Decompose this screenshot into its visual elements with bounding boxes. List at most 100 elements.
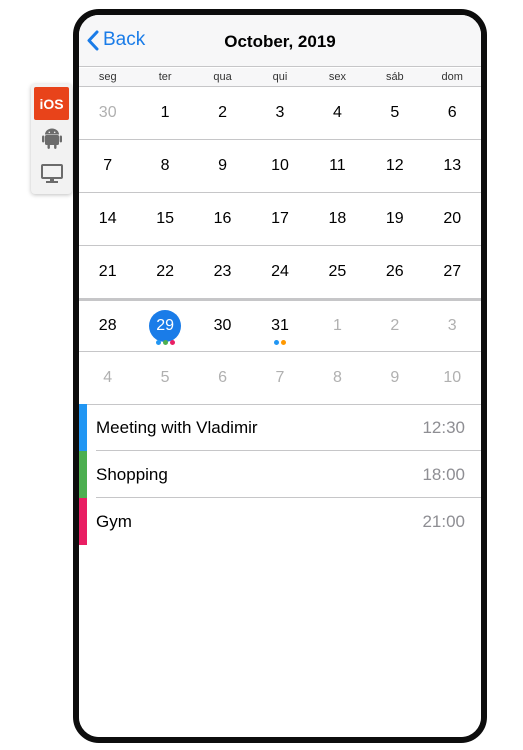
calendar-day[interactable]: 1: [136, 87, 193, 139]
day-number: 21: [98, 263, 117, 280]
calendar-day[interactable]: 11: [309, 140, 366, 192]
calendar-grid: 30 1 2 3 4 5 6 7 8 9 10 11 12 13 14 15 16 17 18 19 20 21 22 23 2…: [79, 87, 481, 405]
event-dot: [169, 340, 175, 345]
calendar-day[interactable]: 12: [366, 140, 423, 192]
calendar-day[interactable]: 27: [424, 246, 481, 298]
calendar-day[interactable]: 2: [194, 87, 251, 139]
calendar-week-row: 14 15 16 17 18 19 20: [79, 193, 481, 246]
event-item[interactable]: Shopping 18:00: [79, 451, 481, 498]
day-number: 1: [332, 317, 342, 334]
day-number: 19: [385, 210, 404, 227]
platform-switcher: iOS: [31, 84, 72, 194]
day-number: 23: [213, 263, 232, 280]
day-number: 13: [443, 157, 462, 174]
calendar-day[interactable]: 17: [251, 193, 308, 245]
calendar-day[interactable]: 5: [136, 352, 193, 404]
platform-ios-button[interactable]: iOS: [34, 87, 69, 120]
calendar-day[interactable]: 19: [366, 193, 423, 245]
event-time: 21:00: [422, 511, 465, 531]
calendar-day[interactable]: 31: [251, 301, 308, 351]
calendar-day[interactable]: 24: [251, 246, 308, 298]
event-dot: [155, 340, 161, 345]
calendar-day[interactable]: 21: [79, 246, 136, 298]
calendar-day[interactable]: 16: [194, 193, 251, 245]
event-item[interactable]: Meeting with Vladimir 12:30: [79, 404, 481, 451]
day-number: 6: [447, 104, 457, 121]
calendar-day[interactable]: 3: [251, 87, 308, 139]
calendar-day[interactable]: 9: [194, 140, 251, 192]
calendar-week-row: 21 22 23 24 25 26 27: [79, 246, 481, 299]
day-number: 8: [160, 157, 170, 174]
calendar-day[interactable]: 8: [309, 352, 366, 404]
calendar-day[interactable]: 6: [194, 352, 251, 404]
day-number: 10: [271, 157, 289, 174]
calendar-day[interactable]: 28: [79, 301, 136, 351]
calendar-day[interactable]: 4: [309, 87, 366, 139]
calendar-day-selected[interactable]: 29: [136, 301, 193, 351]
day-number: 17: [271, 210, 289, 227]
day-number: 4: [332, 104, 342, 121]
day-number: 27: [443, 263, 462, 280]
calendar-day[interactable]: 9: [366, 352, 423, 404]
day-number: 15: [156, 210, 175, 227]
calendar-day[interactable]: 7: [251, 352, 308, 404]
calendar-day[interactable]: 18: [309, 193, 366, 245]
day-number: 7: [103, 157, 113, 174]
event-title: Gym: [96, 511, 132, 531]
event-item[interactable]: Gym 21:00: [79, 498, 481, 545]
platform-desktop-button[interactable]: [34, 157, 69, 190]
day-number: 10: [443, 369, 462, 386]
event-time: 18:00: [422, 464, 465, 484]
event-dot: [280, 340, 286, 345]
day-number: 4: [103, 369, 113, 386]
event-dot: [273, 340, 279, 345]
weekday-label: seg: [98, 71, 117, 83]
day-number: 24: [271, 263, 289, 280]
day-number: 8: [332, 369, 342, 386]
calendar-day[interactable]: 22: [136, 246, 193, 298]
phone-screen: Back October, 2019 seg ter qua qui sex s…: [79, 15, 481, 737]
calendar-day[interactable]: 7: [79, 140, 136, 192]
calendar-week-row: 30 1 2 3 4 5 6: [79, 87, 481, 140]
day-number: 9: [218, 157, 227, 174]
day-number: 1: [160, 104, 170, 121]
day-number: 2: [218, 104, 227, 121]
day-number: 9: [390, 369, 400, 386]
day-number: 3: [447, 317, 457, 334]
calendar-day[interactable]: 10: [251, 140, 308, 192]
calendar-week-row: 28 29 30 31 1 2 3: [79, 299, 481, 352]
calendar-day[interactable]: 10: [424, 352, 481, 404]
phone-frame: Back October, 2019 seg ter qua qui sex s…: [73, 9, 487, 743]
calendar-day[interactable]: 15: [136, 193, 193, 245]
calendar-day[interactable]: 30: [79, 87, 136, 139]
calendar-day[interactable]: 26: [366, 246, 423, 298]
calendar-day[interactable]: 6: [424, 87, 481, 139]
event-color-bar: [79, 498, 87, 545]
calendar-day[interactable]: 30: [194, 301, 251, 351]
ios-label: iOS: [39, 95, 64, 112]
day-number: 20: [443, 210, 462, 227]
calendar-day[interactable]: 23: [194, 246, 251, 298]
day-number: 12: [385, 157, 404, 174]
calendar-week-row: 4 5 6 7 8 9 10: [79, 352, 481, 405]
calendar-day[interactable]: 20: [424, 193, 481, 245]
calendar-day[interactable]: 1: [309, 301, 366, 351]
day-number: 5: [160, 369, 170, 386]
page-title: October, 2019: [224, 32, 336, 51]
calendar-day[interactable]: 4: [79, 352, 136, 404]
event-color-bar: [79, 451, 87, 498]
calendar-day[interactable]: 25: [309, 246, 366, 298]
calendar-day[interactable]: 14: [79, 193, 136, 245]
calendar-day[interactable]: 5: [366, 87, 423, 139]
day-number: 3: [275, 104, 285, 121]
event-list: Meeting with Vladimir 12:30 Shopping 18:…: [79, 404, 481, 545]
calendar-day[interactable]: 8: [136, 140, 193, 192]
calendar-day[interactable]: 2: [366, 301, 423, 351]
event-color-bar: [79, 404, 87, 451]
calendar-day[interactable]: 13: [424, 140, 481, 192]
calendar-day[interactable]: 3: [424, 301, 481, 351]
day-number: 14: [98, 210, 117, 227]
platform-android-button[interactable]: [34, 122, 69, 155]
desktop-icon: [40, 163, 63, 183]
day-number: 22: [156, 263, 175, 280]
